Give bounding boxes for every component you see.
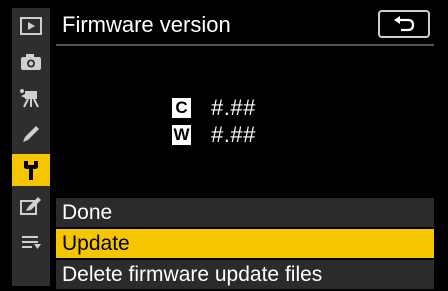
camera-screen: Firmware version C #.## W #.## Done Upda… [0,0,448,291]
return-arrow-icon [394,16,415,32]
menu-sidebar [12,8,50,286]
header-divider [56,44,434,46]
playback-icon [20,17,42,35]
pencil-icon [23,126,39,142]
menu-item-done[interactable]: Done [56,198,434,227]
setup-menu-tab[interactable] [12,154,50,186]
menu-item-label: Delete firmware update files [62,262,323,286]
menu-item-label: Done [62,200,113,224]
camera-firmware-version: #.## [211,95,256,120]
camera-firmware-row: C #.## [172,95,256,121]
movie-camera-icon [20,89,39,108]
camera-icon [21,54,41,70]
menu-item-delete-firmware-files[interactable]: Delete firmware update files [56,260,434,289]
photo-shooting-menu-tab[interactable] [12,46,50,78]
playback-menu-tab[interactable] [12,10,50,42]
custom-settings-menu-tab[interactable] [12,118,50,150]
back-button[interactable] [378,10,430,38]
camera-firmware-badge: C [172,98,191,118]
retouch-menu-tab[interactable] [12,190,50,222]
menu-item-update[interactable]: Update [56,229,434,258]
my-menu-tab[interactable] [12,226,50,258]
movie-shooting-menu-tab[interactable] [12,82,50,114]
my-menu-icon [22,236,41,249]
retouch-icon [20,197,41,215]
wireless-firmware-badge: W [172,125,191,145]
wrench-icon [24,161,38,180]
wireless-firmware-row: W #.## [172,122,256,148]
menu-item-label: Update [62,231,130,255]
page-title: Firmware version [62,12,231,37]
wireless-firmware-version: #.## [211,122,256,147]
